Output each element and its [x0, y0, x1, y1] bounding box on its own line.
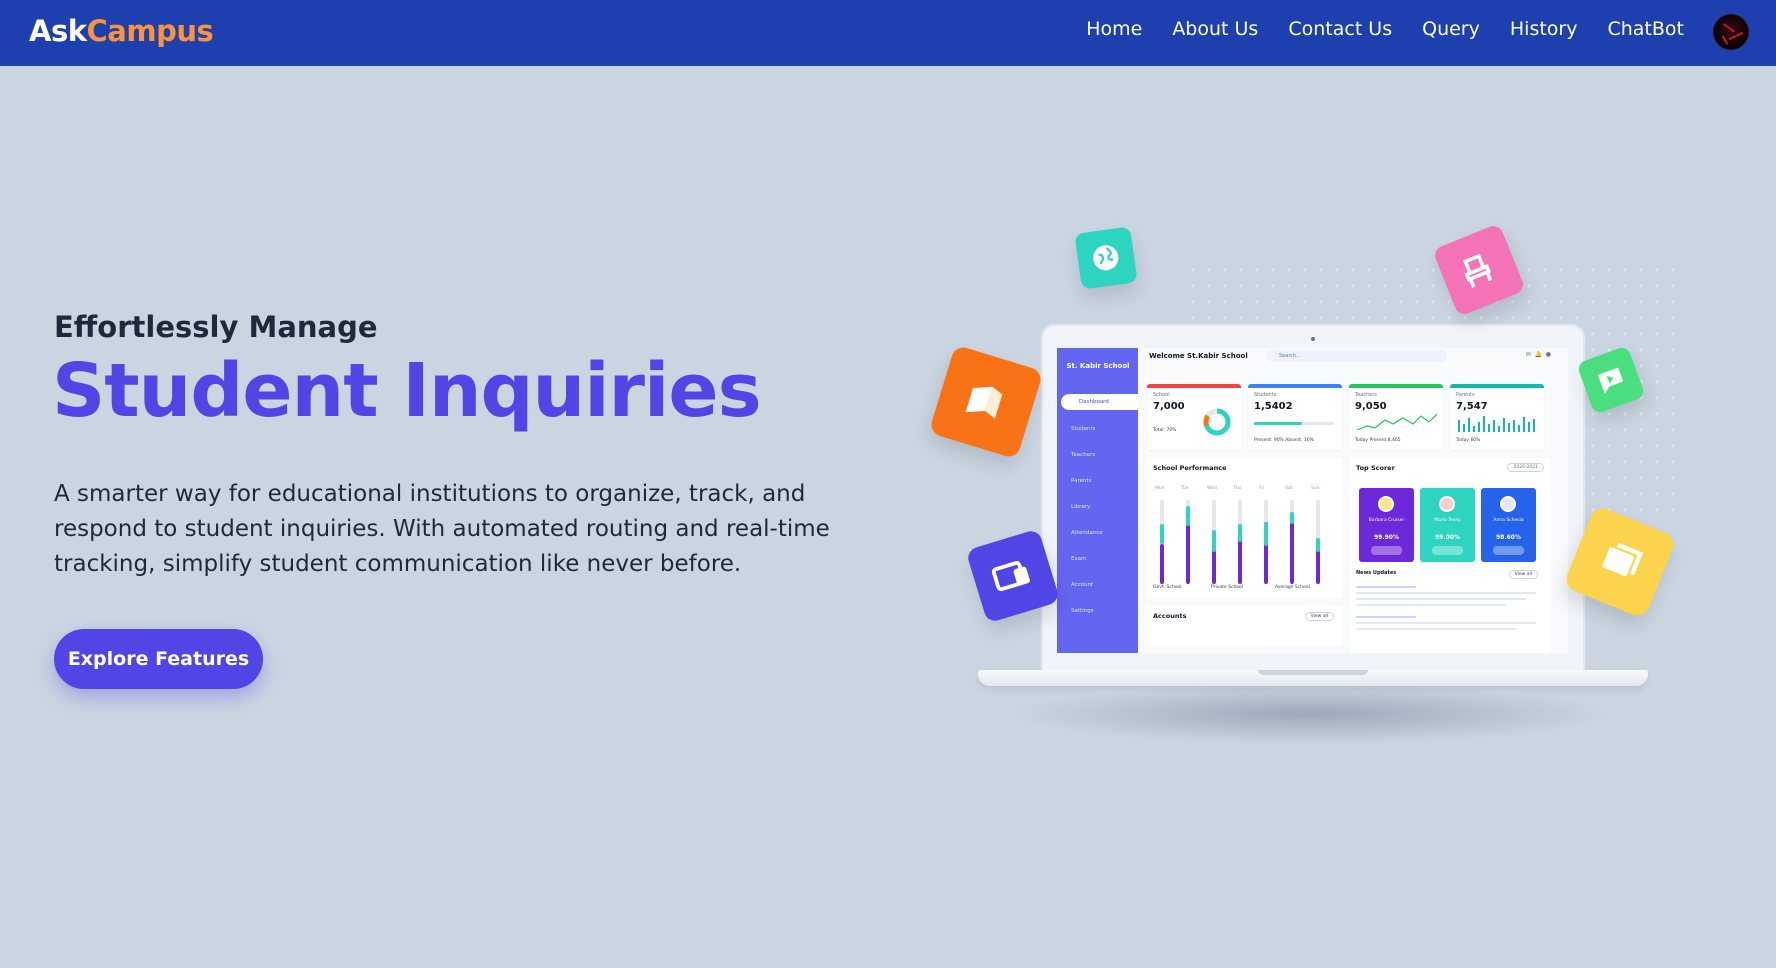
main-menu: Home About Us Contact Us Query History C… [1086, 18, 1684, 40]
brand-part1: Ask [29, 14, 87, 48]
dashboard-sidebar-item: Attendance [1071, 530, 1103, 536]
donut-chart [1203, 408, 1231, 436]
dashboard-search: Search... [1267, 350, 1447, 362]
laptop-base [978, 670, 1648, 686]
nav-home[interactable]: Home [1086, 18, 1142, 40]
school-performance-panel: School Performance Mon Tue Wed Thu Fri S… [1147, 458, 1342, 598]
dashboard-welcome: Welcome St.Kabir School [1149, 352, 1248, 360]
nav-query[interactable]: Query [1422, 18, 1480, 40]
dashboard-sidebar-item: Account [1071, 582, 1094, 588]
legend-private: Private School [1211, 585, 1244, 590]
dashboard-sidebar-item: Parents [1071, 478, 1092, 484]
globe-icon [1074, 226, 1138, 290]
stat-card-school: School 7,000 Total: 70% [1147, 384, 1241, 450]
dashboard-sidebar-item: Library [1071, 504, 1091, 510]
hero-description: A smarter way for educational institutio… [54, 481, 830, 577]
laptop-shadow [1010, 684, 1610, 744]
scorer-card: Anna Schesia 98.60% [1481, 488, 1536, 562]
nav-chatbot[interactable]: ChatBot [1607, 18, 1684, 40]
dashboard-top-icons: ✉ 🔔 ● [1525, 351, 1551, 358]
laptop-camera [1311, 337, 1315, 341]
mini-bars [1458, 416, 1535, 432]
scorer-card: Marlo Tesey 99.00% [1420, 488, 1475, 562]
top-navbar: AskCampus Home About Us Contact Us Query… [0, 0, 1776, 66]
dashboard-sidebar-item: Dashboard [1061, 394, 1138, 410]
dashboard-screenshot: St. Kabir School Dashboard Students Teac… [1057, 348, 1568, 653]
user-avatar[interactable] [1713, 14, 1749, 50]
dashboard-sidebar-item: Students [1071, 426, 1096, 432]
hero-headline: Student Inquiries [52, 348, 762, 434]
dashboard-sidebar: St. Kabir School Dashboard Students Teac… [1057, 348, 1138, 653]
stat-card-teachers: Teachers 9,050 Today Present 8,465 [1349, 384, 1443, 450]
book-icon [928, 344, 1044, 460]
dashboard-topbar: Welcome St.Kabir School Search... ✉ 🔔 ● [1147, 348, 1567, 370]
nav-history[interactable]: History [1510, 18, 1578, 40]
dashboard-sidebar-item: Settings [1071, 608, 1094, 614]
stat-card-parents: Parents 7,547 Today 60% [1450, 384, 1544, 450]
nav-contact-us[interactable]: Contact Us [1288, 18, 1392, 40]
accounts-panel: Accounts View all [1147, 606, 1342, 646]
dashboard-sidebar-item: Exam [1071, 556, 1087, 562]
sparkline [1357, 413, 1437, 431]
explore-features-button[interactable]: Explore Features [54, 629, 263, 689]
nav-about-us[interactable]: About Us [1172, 18, 1258, 40]
legend-average: Average School [1275, 585, 1310, 590]
hero-kicker: Effortlessly Manage [54, 310, 378, 344]
dashboard-school-name: St. Kabir School [1066, 362, 1130, 370]
scorer-card: Barbara Cruiser 99.90% [1359, 488, 1414, 562]
dashboard-sidebar-item: Teachers [1071, 452, 1096, 458]
top-scorer-panel: Top Scorer 2020-2021 Barbara Cruiser 99.… [1350, 458, 1550, 653]
brand-part2: Campus [86, 14, 214, 48]
brand-logo[interactable]: AskCampus [29, 14, 214, 48]
stat-card-students: Students 1,5402 Present: 90% Absent: 10% [1248, 384, 1342, 450]
legend-govt: Govt. School [1153, 585, 1182, 590]
